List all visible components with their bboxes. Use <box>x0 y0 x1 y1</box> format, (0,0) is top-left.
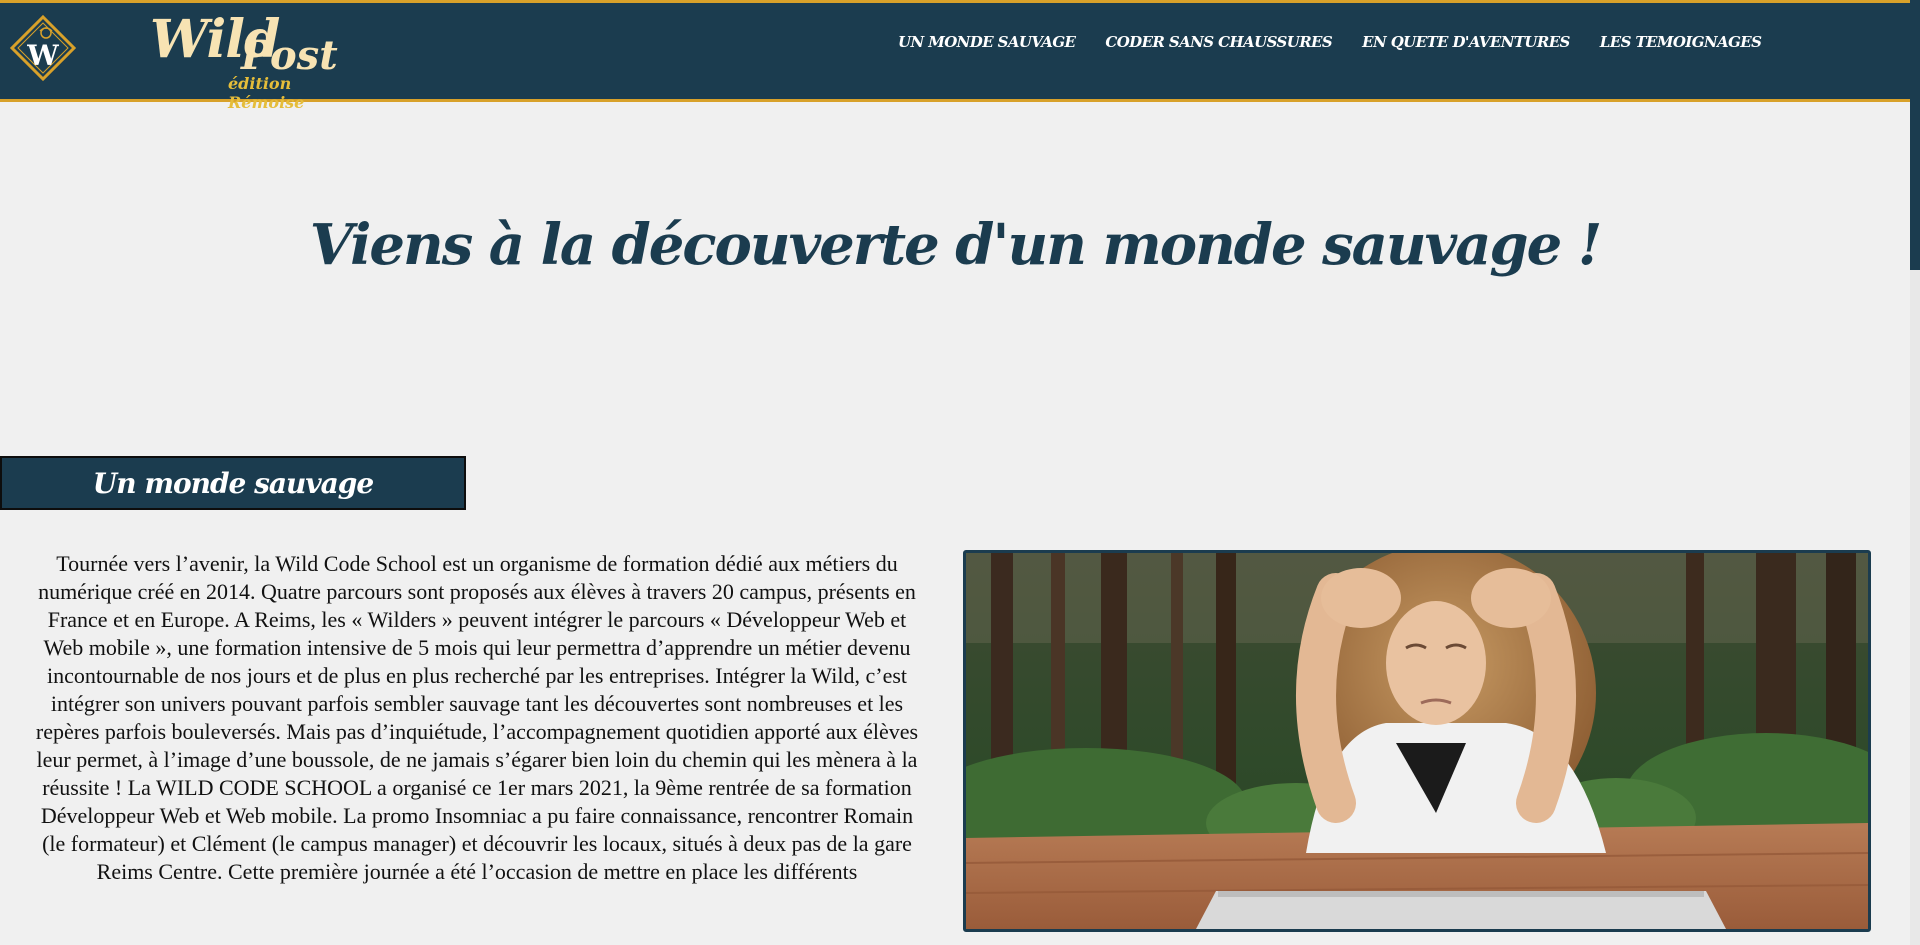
stressed-woman-forest-image <box>966 553 1868 929</box>
main-nav: UN MONDE SAUVAGE CODER SANS CHAUSSURES E… <box>898 33 1791 51</box>
section-heading: Un monde sauvage <box>0 456 466 510</box>
site-logo[interactable]: Wild Post édition Rémoise <box>150 5 340 112</box>
section-photo <box>963 550 1871 932</box>
scrollbar-thumb[interactable] <box>1910 0 1920 270</box>
logo-edition-text: édition Rémoise <box>228 74 305 112</box>
section-heading-label: Un monde sauvage <box>92 466 374 500</box>
nav-item-temoignages[interactable]: LES TEMOIGNAGES <box>1600 33 1762 51</box>
nav-item-monde-sauvage[interactable]: UN MONDE SAUVAGE <box>898 33 1076 51</box>
logo-diamond-icon: W <box>9 14 77 82</box>
nav-item-coder-sans-chaussures[interactable]: CODER SANS CHAUSSURES <box>1105 33 1332 51</box>
logo-badge[interactable]: W <box>9 14 77 82</box>
logo-post-text: Post <box>241 32 338 79</box>
site-header: W Wild Post édition Rémoise UN MONDE SAU… <box>0 0 1910 112</box>
scrollbar-track[interactable] <box>1910 0 1920 945</box>
page-title: Viens à la découverte d'un monde sauvage… <box>309 212 1603 278</box>
logo-badge-letter: W <box>26 39 59 72</box>
section-body-text: Tournée vers l’avenir, la Wild Code Scho… <box>35 551 919 884</box>
nav-item-en-quete-aventures[interactable]: EN QUETE D'AVENTURES <box>1362 33 1570 51</box>
